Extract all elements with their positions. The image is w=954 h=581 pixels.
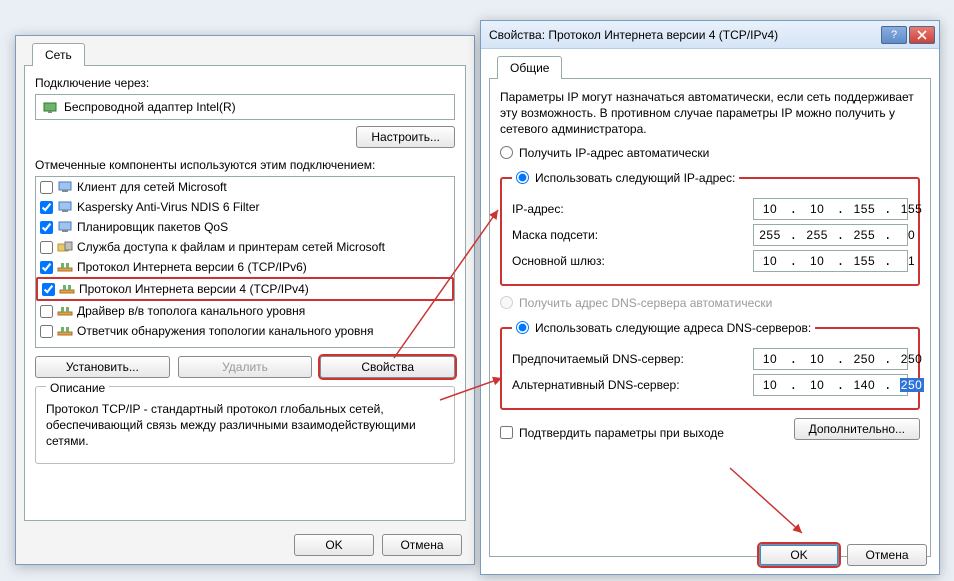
dns-manual-radio[interactable] bbox=[516, 321, 529, 334]
intro-text: Параметры IP могут назначаться автоматич… bbox=[500, 89, 920, 138]
dns-alt-label: Альтернативный DNS-сервер: bbox=[512, 378, 753, 392]
tab-network[interactable]: Сеть bbox=[32, 43, 85, 66]
ip-manual-radio[interactable] bbox=[516, 171, 529, 184]
ip-manual-group: Использовать следующий IP-адрес: IP-адре… bbox=[500, 168, 920, 286]
help-button[interactable]: ? bbox=[881, 26, 907, 44]
component-label: Служба доступа к файлам и принтерам сете… bbox=[77, 240, 385, 254]
dns-auto-radio bbox=[500, 296, 513, 309]
ip-auto-radio[interactable] bbox=[500, 146, 513, 159]
component-checkbox[interactable] bbox=[42, 283, 55, 296]
component-checkbox[interactable] bbox=[40, 241, 53, 254]
advanced-button[interactable]: Дополнительно... bbox=[794, 418, 920, 440]
right-cancel-button[interactable]: Отмена bbox=[847, 544, 927, 566]
component-checkbox[interactable] bbox=[40, 201, 53, 214]
component-label: Планировщик пакетов QoS bbox=[77, 220, 228, 234]
dns-pref-input[interactable]: 10 . 10 . 250 . 250 bbox=[753, 348, 908, 370]
component-label: Клиент для сетей Microsoft bbox=[77, 180, 227, 194]
tab-general[interactable]: Общие bbox=[497, 56, 562, 79]
network-properties-window: Сеть Подключение через: Беспроводной ада… bbox=[15, 35, 475, 565]
component-checkbox[interactable] bbox=[40, 325, 53, 338]
list-item[interactable]: Клиент для сетей Microsoft bbox=[36, 177, 454, 197]
ip-auto-label: Получить IP-адрес автоматически bbox=[519, 146, 709, 160]
list-item[interactable]: Kaspersky Anti-Virus NDIS 6 Filter bbox=[36, 197, 454, 217]
component-icon bbox=[57, 303, 73, 319]
component-icon bbox=[57, 179, 73, 195]
component-icon bbox=[57, 259, 73, 275]
component-checkbox[interactable] bbox=[40, 261, 53, 274]
validate-label: Подтвердить параметры при выходе bbox=[519, 426, 724, 440]
configure-button[interactable]: Настроить... bbox=[356, 126, 455, 148]
component-checkbox[interactable] bbox=[40, 181, 53, 194]
component-label: Драйвер в/в тополога канального уровня bbox=[77, 304, 305, 318]
adapter-name: Беспроводной адаптер Intel(R) bbox=[64, 100, 236, 114]
component-label: Kaspersky Anti-Virus NDIS 6 Filter bbox=[77, 200, 260, 214]
dns-auto-label: Получить адрес DNS-сервера автоматически bbox=[519, 296, 772, 310]
general-panel: Параметры IP могут назначаться автоматич… bbox=[489, 79, 931, 557]
mask-label: Маска подсети: bbox=[512, 228, 753, 242]
component-label: Ответчик обнаружения топологии канальног… bbox=[77, 324, 374, 338]
description-text: Протокол TCP/IP - стандартный протокол г… bbox=[46, 401, 444, 450]
left-ok-button[interactable]: OK bbox=[294, 534, 374, 556]
components-label: Отмеченные компоненты используются этим … bbox=[35, 158, 455, 172]
component-label: Протокол Интернета версии 4 (TCP/IPv4) bbox=[79, 282, 309, 296]
component-icon bbox=[57, 323, 73, 339]
titlebar[interactable]: Свойства: Протокол Интернета версии 4 (T… bbox=[481, 21, 939, 49]
description-legend: Описание bbox=[46, 381, 109, 395]
description-group: Описание Протокол TCP/IP - стандартный п… bbox=[35, 386, 455, 464]
component-icon bbox=[57, 239, 73, 255]
component-label: Протокол Интернета версии 6 (TCP/IPv6) bbox=[77, 260, 307, 274]
dns-pref-label: Предпочитаемый DNS-сервер: bbox=[512, 352, 753, 366]
tab-strip-left: Сеть bbox=[24, 42, 466, 66]
component-checkbox[interactable] bbox=[40, 305, 53, 318]
tab-strip-right: Общие bbox=[489, 55, 931, 79]
list-item[interactable]: Ответчик обнаружения топологии канальног… bbox=[36, 321, 454, 341]
install-button[interactable]: Установить... bbox=[35, 356, 170, 378]
ip-manual-label: Использовать следующий IP-адрес: bbox=[535, 171, 735, 185]
remove-button: Удалить bbox=[178, 356, 313, 378]
network-panel: Подключение через: Беспроводной адаптер … bbox=[24, 66, 466, 521]
left-cancel-button[interactable]: Отмена bbox=[382, 534, 462, 556]
list-item[interactable]: Драйвер в/в тополога канального уровня bbox=[36, 301, 454, 321]
dns-manual-label: Использовать следующие адреса DNS-сервер… bbox=[535, 321, 811, 335]
window-title: Свойства: Протокол Интернета версии 4 (T… bbox=[489, 28, 879, 42]
dns-alt-input[interactable]: 10 . 10 . 140 . 250 bbox=[753, 374, 908, 396]
list-item[interactable]: Планировщик пакетов QoS bbox=[36, 217, 454, 237]
list-item[interactable]: Служба доступа к файлам и принтерам сете… bbox=[36, 237, 454, 257]
close-button[interactable] bbox=[909, 26, 935, 44]
components-listbox[interactable]: Клиент для сетей Microsoft Kaspersky Anti… bbox=[35, 176, 455, 348]
component-icon bbox=[57, 199, 73, 215]
gateway-label: Основной шлюз: bbox=[512, 254, 753, 268]
mask-input[interactable]: 255 . 255 . 255 . 0 bbox=[753, 224, 908, 246]
adapter-icon bbox=[42, 99, 58, 115]
ip-addr-label: IP-адрес: bbox=[512, 202, 753, 216]
component-icon bbox=[59, 281, 75, 297]
validate-checkbox[interactable] bbox=[500, 426, 513, 439]
right-ok-button[interactable]: OK bbox=[759, 544, 839, 566]
ipv4-properties-window: Свойства: Протокол Интернета версии 4 (T… bbox=[480, 20, 940, 575]
list-item[interactable]: Протокол Интернета версии 6 (TCP/IPv6) bbox=[36, 257, 454, 277]
list-item[interactable]: Протокол Интернета версии 4 (TCP/IPv4) bbox=[36, 277, 454, 301]
connect-via-label: Подключение через: bbox=[35, 76, 455, 90]
properties-button[interactable]: Свойства bbox=[320, 356, 455, 378]
dns-manual-group: Использовать следующие адреса DNS-сервер… bbox=[500, 318, 920, 410]
gateway-input[interactable]: 10 . 10 . 155 . 1 bbox=[753, 250, 908, 272]
adapter-box[interactable]: Беспроводной адаптер Intel(R) bbox=[35, 94, 455, 120]
component-checkbox[interactable] bbox=[40, 221, 53, 234]
ip-addr-input[interactable]: 10 . 10 . 155 . 155 bbox=[753, 198, 908, 220]
component-icon bbox=[57, 219, 73, 235]
